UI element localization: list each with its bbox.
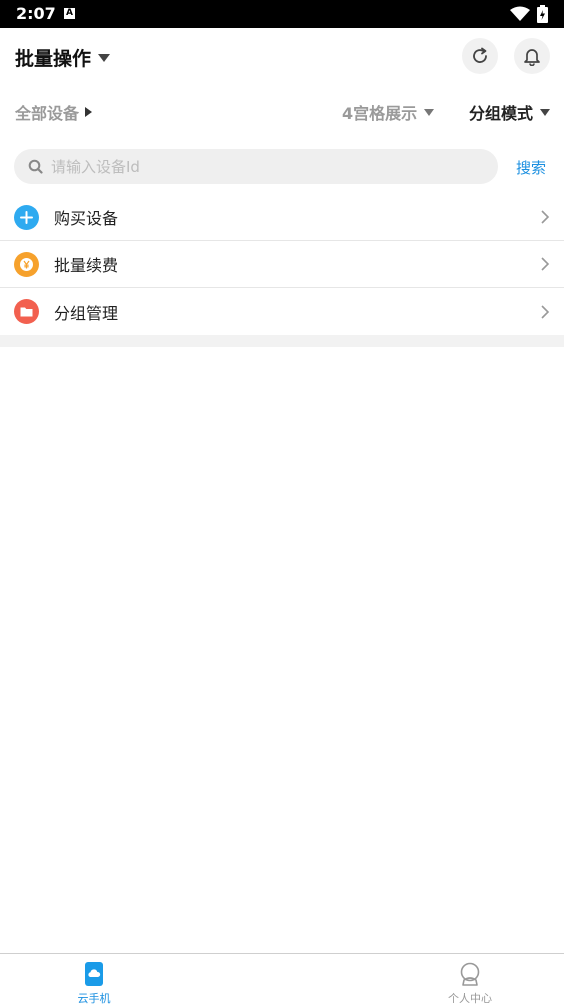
folder-icon <box>14 299 39 324</box>
section-divider <box>0 335 564 347</box>
list-item-buy-device[interactable]: 购买设备 <box>0 194 564 241</box>
list-item-group-manage[interactable]: 分组管理 <box>0 288 564 335</box>
all-devices-filter[interactable]: 全部设备 <box>15 100 93 124</box>
grid-display-label: 4宫格展示 <box>342 104 418 123</box>
caret-right-icon <box>85 107 93 117</box>
bell-icon <box>524 49 540 66</box>
status-time: 2:07 <box>16 4 56 23</box>
batch-operation-dropdown[interactable]: 批量操作 <box>15 44 111 71</box>
list-item-batch-renew[interactable]: 批量续费 <box>0 241 564 288</box>
search-input[interactable] <box>51 157 471 176</box>
chevron-right-icon <box>541 210 550 224</box>
notification-a-icon: A <box>64 8 75 19</box>
refresh-icon <box>473 47 487 63</box>
list-item-label: 购买设备 <box>54 209 119 228</box>
list-item-label: 分组管理 <box>54 303 119 323</box>
group-mode-filter[interactable]: 分组模式 <box>469 100 551 124</box>
yuan-coin-icon <box>14 251 39 277</box>
header: 批量操作 <box>0 28 564 84</box>
bottom-tab-bar: 云手机 个人中心 <box>0 953 564 1006</box>
tab-label: 个人中心 <box>448 992 492 1005</box>
plus-icon <box>14 204 39 230</box>
chevron-right-icon <box>541 257 550 271</box>
caret-down-icon <box>98 53 111 62</box>
all-devices-label: 全部设备 <box>15 104 80 123</box>
status-bar: 2:07 A <box>0 0 564 28</box>
tab-cloud-phone[interactable]: 云手机 <box>34 954 154 1007</box>
caret-down-icon <box>540 108 551 116</box>
tab-personal-center[interactable]: 个人中心 <box>410 954 530 1007</box>
battery-icon <box>537 5 548 27</box>
search-button[interactable]: 搜索 <box>516 157 546 178</box>
list-item-label: 批量续费 <box>54 256 119 275</box>
search-row: 搜索 <box>0 148 564 186</box>
notification-button[interactable] <box>514 38 550 74</box>
tab-label: 云手机 <box>77 992 111 1005</box>
person-icon <box>459 962 481 986</box>
page-title: 批量操作 <box>15 48 92 70</box>
caret-down-icon <box>424 108 435 116</box>
action-menu: 购买设备 批量续费 分组管理 <box>0 194 564 335</box>
group-mode-label: 分组模式 <box>469 104 534 123</box>
filter-bar: 全部设备 4宫格展示 分组模式 <box>0 92 564 128</box>
wifi-icon <box>510 6 530 26</box>
chevron-right-icon <box>541 304 550 319</box>
search-icon <box>28 159 43 174</box>
refresh-button[interactable] <box>462 38 498 74</box>
cloud-phone-icon <box>83 962 105 986</box>
grid-display-filter[interactable]: 4宫格展示 <box>342 100 435 124</box>
search-box[interactable] <box>14 149 498 184</box>
